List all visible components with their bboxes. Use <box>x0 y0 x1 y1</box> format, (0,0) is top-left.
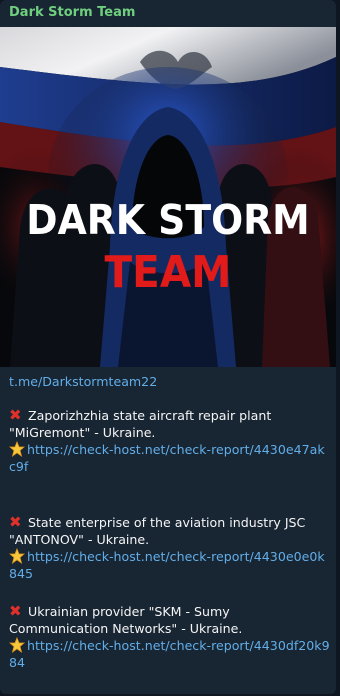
check-report-link[interactable]: https://check-host.net/check-report/4430… <box>9 442 325 474</box>
banner-title-line2: TEAM <box>104 247 232 298</box>
list-item: ✖ State enterprise of the aviation indust… <box>9 514 331 582</box>
glowing-star-icon <box>9 637 25 653</box>
channel-name[interactable]: Dark Storm Team <box>9 5 135 20</box>
banner-title-line1: DARK STORM <box>26 196 310 244</box>
glowing-star-icon <box>9 441 25 457</box>
channel-link[interactable]: t.me/Darkstormteam22 <box>9 374 157 389</box>
red-cross-mark-icon: ✖ <box>9 406 22 424</box>
list-item: ✖ Zaporizhzhia state aircraft repair plan… <box>9 407 331 475</box>
post-title: State enterprise of the aviation industr… <box>9 515 306 547</box>
glowing-star-icon <box>9 548 25 564</box>
message-bubble: Dark Storm Team DARK STORM TEAM t.me/Dar… <box>0 0 336 694</box>
check-report-link[interactable]: https://check-host.net/check-report/4430… <box>9 549 325 581</box>
red-cross-mark-icon: ✖ <box>9 602 22 620</box>
post-title: Ukrainian provider "SKM - Sumy Communica… <box>9 604 243 636</box>
check-report-link[interactable]: https://check-host.net/check-report/4430… <box>9 638 330 670</box>
channel-banner-image[interactable]: DARK STORM TEAM <box>0 27 336 367</box>
post-title: Zaporizhzhia state aircraft repair plant… <box>9 408 272 440</box>
list-item: ✖ Ukrainian provider "SKM - Sumy Communic… <box>9 603 331 671</box>
red-cross-mark-icon: ✖ <box>9 513 22 531</box>
